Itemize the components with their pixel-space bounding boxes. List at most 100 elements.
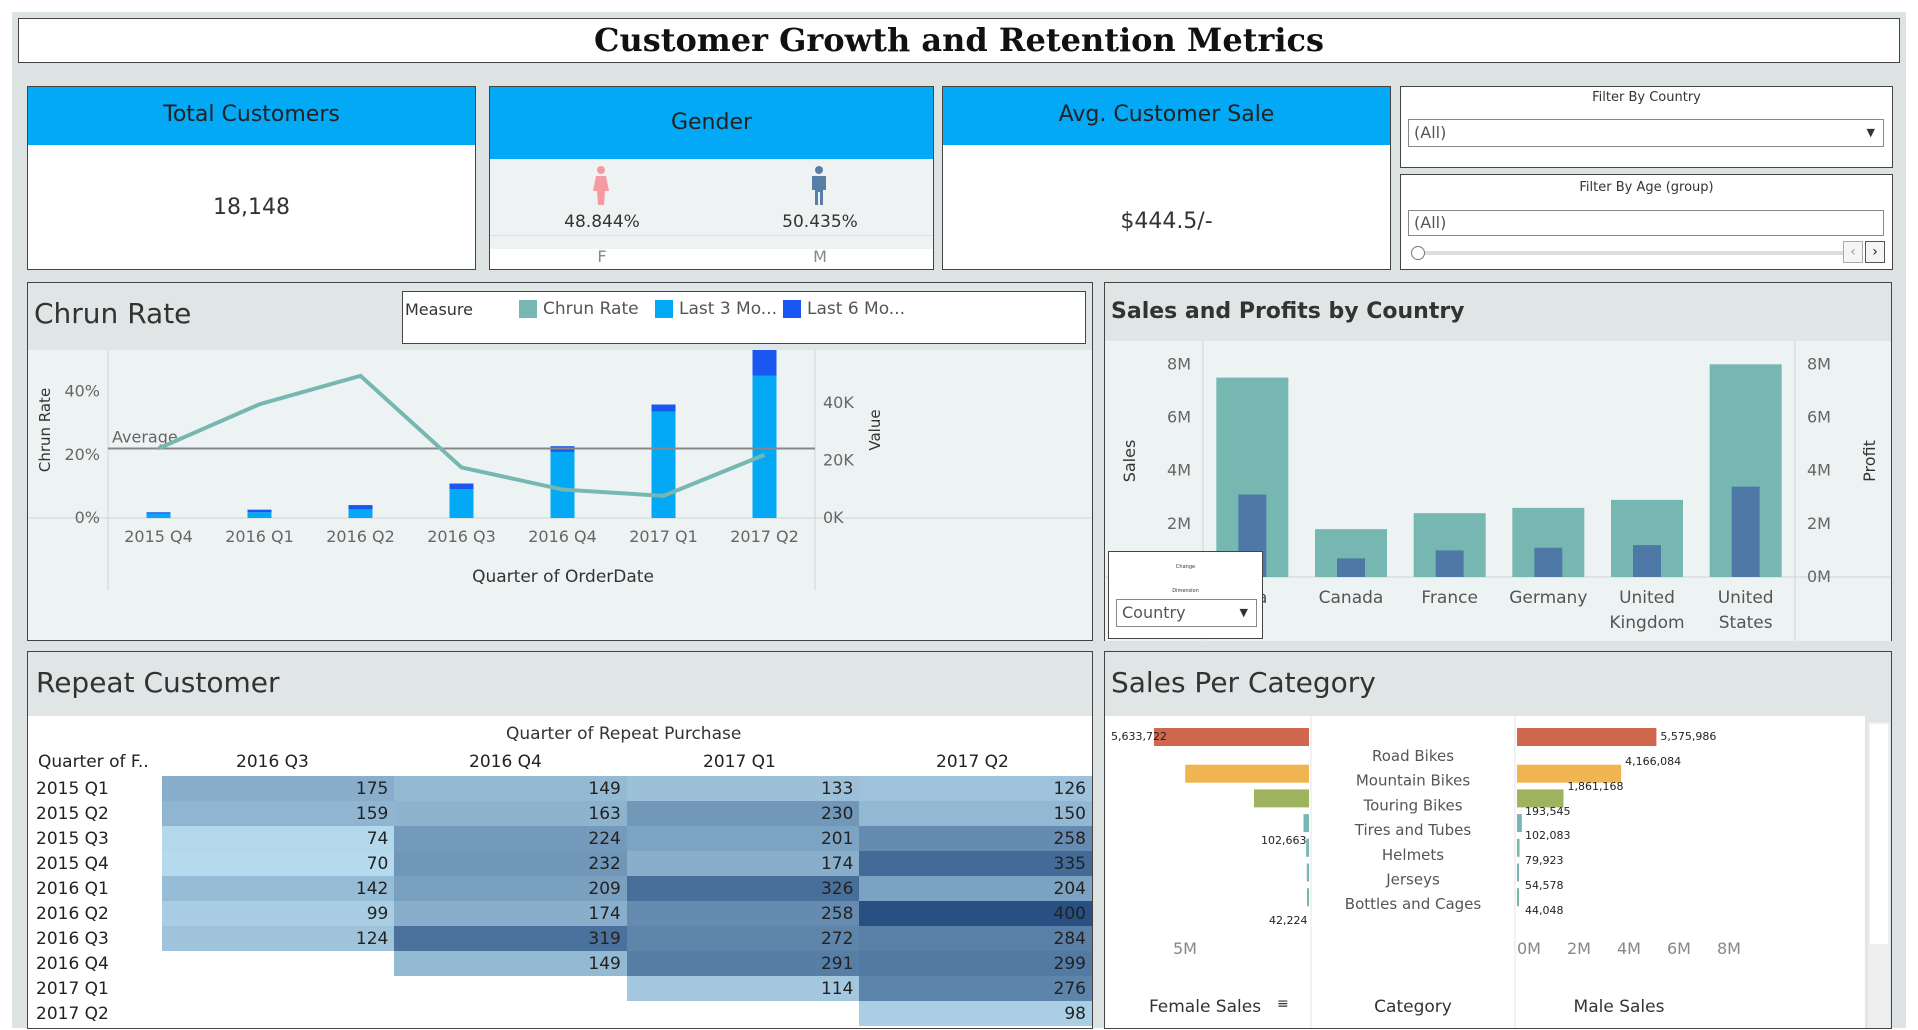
sales-category-chart: Road Bikes Mountain Bikes Touring Bikes Tir… — [1111, 716, 1741, 1028]
legend-swatch-churn — [519, 300, 537, 318]
chevron-down-icon: ▼ — [1239, 606, 1248, 619]
churn-right-tick: 40K — [823, 393, 854, 412]
repeat-col-header-1: 2016 Q3 — [236, 752, 309, 772]
country-x-tick: United — [1619, 588, 1675, 608]
table-row: 2016 Q1 142 209 326 204 — [36, 876, 1092, 901]
heatmap-cell[interactable]: 291 — [626, 951, 860, 976]
heatmap-cell[interactable]: 335 — [859, 851, 1092, 876]
heatmap-cell[interactable]: 299 — [859, 951, 1092, 976]
heatmap-cell[interactable]: 150 — [859, 801, 1092, 826]
churn-chart: 40% 20% 0% 40K 20K 0K Chrun Rate Value 2015 Q4 20… — [28, 350, 1092, 590]
country-filter-dropdown[interactable]: (All) ▼ — [1408, 119, 1884, 147]
male-value-label: 4,166,084 — [1625, 755, 1681, 768]
heatmap-cell[interactable]: 74 — [161, 826, 395, 851]
table-row: 2016 Q3 124 319 272 284 — [36, 926, 1092, 951]
dashboard-title: Customer Growth and Retention Metrics — [594, 21, 1324, 59]
heatmap-cell[interactable]: 175 — [161, 776, 395, 801]
heatmap-cell[interactable]: 400 — [859, 901, 1092, 926]
sales-category-title: Sales Per Category — [1111, 666, 1376, 699]
heatmap-cell[interactable] — [627, 1001, 860, 1026]
male-value-label: 44,048 — [1525, 904, 1564, 917]
category-label: Bottles and Cages — [1345, 895, 1482, 913]
country-profit-bar — [1435, 550, 1464, 577]
male-value-label: 102,083 — [1525, 829, 1571, 842]
heatmap-cell[interactable]: 174 — [394, 901, 627, 926]
heatmap-cell[interactable] — [162, 976, 395, 1001]
churn-x-tick: 2016 Q4 — [528, 527, 597, 546]
category-label: Mountain Bikes — [1356, 772, 1470, 790]
sales-country-title: Sales and Profits by Country — [1111, 299, 1465, 324]
row-label: 2015 Q1 — [36, 778, 109, 799]
heatmap-cell[interactable]: 224 — [394, 826, 627, 851]
category-scrollbar-thumb[interactable] — [1870, 724, 1888, 944]
churn-bar-last6 — [247, 509, 272, 513]
legend-swatch-last6 — [783, 300, 801, 318]
male-code: M — [813, 247, 827, 266]
heatmap-cell[interactable] — [162, 951, 395, 976]
heatmap-cell[interactable]: 284 — [859, 926, 1092, 951]
heatmap-cell[interactable] — [394, 1001, 627, 1026]
heatmap-cell[interactable]: 163 — [394, 801, 627, 826]
heatmap-cell[interactable]: 114 — [626, 976, 860, 1001]
heatmap-cell[interactable]: 232 — [394, 851, 627, 876]
legend-item-last3: Last 3 Mo... — [679, 299, 778, 319]
heatmap-cell[interactable]: 133 — [626, 776, 860, 801]
male-value-label: 5,575,986 — [1660, 730, 1716, 743]
heatmap-cell[interactable]: 149 — [394, 951, 627, 976]
age-filter-input[interactable]: (All) — [1408, 210, 1884, 236]
age-slider-track[interactable] — [1421, 251, 1851, 255]
heatmap-cell[interactable]: 230 — [626, 801, 860, 826]
country-y-right-label: Profit — [1860, 440, 1879, 482]
heatmap-cell[interactable] — [394, 976, 627, 1001]
dimension-dropdown[interactable]: Country ▼ — [1116, 599, 1257, 627]
category-scrollbar[interactable] — [1868, 722, 1890, 1028]
heatmap-cell[interactable]: 70 — [161, 851, 395, 876]
chevron-right-icon[interactable]: › — [1865, 241, 1885, 263]
churn-bar-last6 — [146, 512, 171, 514]
category-label: Tires and Tubes — [1354, 821, 1472, 839]
heatmap-cell[interactable]: 201 — [626, 826, 860, 851]
heatmap-cell[interactable]: 126 — [859, 776, 1092, 801]
chevron-left-icon[interactable]: ‹ — [1843, 241, 1863, 263]
female-sales-bar — [1154, 728, 1309, 746]
category-label: Touring Bikes — [1362, 796, 1462, 814]
heatmap-cell[interactable]: 272 — [626, 926, 860, 951]
country-x-tick: Canada — [1319, 588, 1384, 608]
row-label: 2016 Q1 — [36, 878, 109, 899]
gender-divider — [490, 235, 933, 236]
female-value-label: 42,224 — [1269, 914, 1308, 927]
heatmap-cell[interactable]: 204 — [859, 876, 1092, 901]
heatmap-cell[interactable]: 326 — [626, 876, 860, 901]
heatmap-cell[interactable]: 99 — [161, 901, 395, 926]
heatmap-cell[interactable] — [162, 1001, 395, 1026]
male-axis-tick: 2M — [1567, 939, 1591, 958]
category-label: Road Bikes — [1372, 747, 1454, 765]
heatmap-cell[interactable]: 98 — [859, 1001, 1092, 1026]
row-label: 2016 Q3 — [36, 928, 109, 949]
heatmap-cell[interactable]: 124 — [161, 926, 395, 951]
churn-bar-last3 — [247, 512, 272, 518]
heatmap-cell[interactable]: 258 — [859, 826, 1092, 851]
churn-x-tick: 2017 Q2 — [730, 527, 799, 546]
churn-bar-last6 — [449, 483, 474, 490]
heatmap-cell[interactable]: 258 — [626, 901, 860, 926]
country-y-left-label: Sales — [1120, 440, 1139, 483]
churn-bar-last3 — [550, 451, 575, 518]
churn-legend: Measure Chrun Rate Last 3 Mo... Last 6 M… — [402, 291, 1086, 344]
female-percent: 48.844% — [564, 212, 640, 232]
heatmap-cell[interactable]: 276 — [859, 976, 1092, 1001]
total-customers-value: 18,148 — [213, 195, 290, 220]
popup-line-1: Change — [1175, 564, 1196, 570]
age-slider-handle[interactable] — [1411, 246, 1425, 260]
heatmap-cell[interactable]: 149 — [394, 776, 627, 801]
heatmap-cell[interactable]: 174 — [626, 851, 860, 876]
churn-y-left-label: Chrun Rate — [36, 388, 54, 472]
churn-bar-last6 — [752, 350, 777, 376]
heatmap-cell[interactable]: 159 — [161, 801, 395, 826]
churn-bar-last3 — [348, 509, 373, 518]
heatmap-cell[interactable]: 319 — [394, 926, 627, 951]
repeat-customer-panel: Repeat Customer Quarter of Repeat Purcha… — [27, 651, 1093, 1029]
heatmap-cell[interactable]: 142 — [161, 876, 395, 901]
heatmap-cell[interactable]: 209 — [394, 876, 627, 901]
country-profit-bar — [1633, 545, 1661, 577]
